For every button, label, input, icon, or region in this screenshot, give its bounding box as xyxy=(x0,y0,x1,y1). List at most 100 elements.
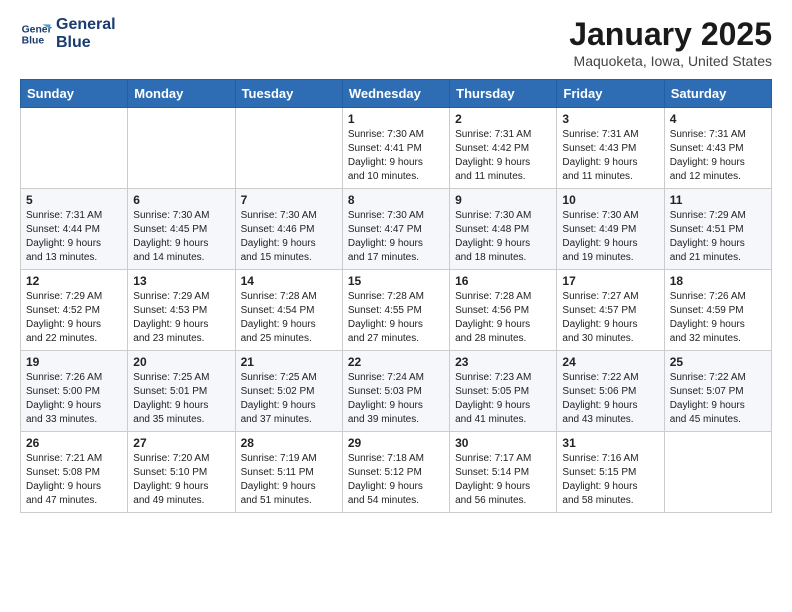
day-info: Sunrise: 7:24 AM Sunset: 5:03 PM Dayligh… xyxy=(348,371,444,427)
calendar-cell: 1Sunrise: 7:30 AM Sunset: 4:41 PM Daylig… xyxy=(342,108,449,189)
calendar-cell: 2 Sunrise: 7:31 AM Sunset: 4:42 PM Daylig… xyxy=(450,108,557,189)
calendar-cell: 3Sunrise: 7:31 AM Sunset: 4:43 PM Daylig… xyxy=(557,108,664,189)
day-number: 14 xyxy=(241,274,337,288)
day-info: Sunrise: 7:28 AM Sunset: 4:54 PM Dayligh… xyxy=(241,290,337,346)
day-number: 2 xyxy=(455,112,551,126)
subtitle: Maquoketa, Iowa, United States xyxy=(569,53,772,69)
calendar-cell: 11 Sunrise: 7:29 AM Sunset: 4:51 PM Dayli… xyxy=(664,189,771,270)
day-info: Sunrise: 7:30 AM Sunset: 4:45 PM Dayligh… xyxy=(133,209,229,265)
calendar-cell: 31 Sunrise: 7:16 AM Sunset: 5:15 PM Dayli… xyxy=(557,432,664,513)
main-title: January 2025 xyxy=(569,16,772,53)
day-info: Sunrise: 7:30 AM Sunset: 4:48 PM Dayligh… xyxy=(455,209,551,265)
calendar-cell: 5 Sunrise: 7:31 AM Sunset: 4:44 PM Daylig… xyxy=(21,189,128,270)
calendar-cell: 30 Sunrise: 7:17 AM Sunset: 5:14 PM Dayli… xyxy=(450,432,557,513)
calendar-cell xyxy=(21,108,128,189)
day-number: 12 xyxy=(26,274,122,288)
day-number: 16 xyxy=(455,274,551,288)
day-info: Sunrise: 7:29 AM Sunset: 4:52 PM Dayligh… xyxy=(26,290,122,346)
day-info: Sunrise: 7:30 AM Sunset: 4:46 PM Dayligh… xyxy=(241,209,337,265)
title-block: January 2025 Maquoketa, Iowa, United Sta… xyxy=(569,16,772,69)
logo-line1: General xyxy=(56,16,116,33)
day-info: Sunrise: 7:16 AM Sunset: 5:15 PM Dayligh… xyxy=(562,452,658,508)
week-row-4: 19 Sunrise: 7:26 AM Sunset: 5:00 PM Dayli… xyxy=(21,351,772,432)
calendar-header-friday: Friday xyxy=(557,80,664,108)
calendar-cell xyxy=(128,108,235,189)
day-info: Sunrise: 7:19 AM Sunset: 5:11 PM Dayligh… xyxy=(241,452,337,508)
calendar-cell: 10 Sunrise: 7:30 AM Sunset: 4:49 PM Dayli… xyxy=(557,189,664,270)
day-number: 4 xyxy=(670,112,766,126)
day-number: 6 xyxy=(133,193,229,207)
svg-text:Blue: Blue xyxy=(22,35,45,46)
day-info: Sunrise: 7:29 AM Sunset: 4:53 PM Dayligh… xyxy=(133,290,229,346)
day-info: Sunrise: 7:30 AM Sunset: 4:41 PM Dayligh… xyxy=(348,128,444,184)
week-row-1: 1Sunrise: 7:30 AM Sunset: 4:41 PM Daylig… xyxy=(21,108,772,189)
calendar-cell: 16Sunrise: 7:28 AM Sunset: 4:56 PM Dayli… xyxy=(450,270,557,351)
day-number: 23 xyxy=(455,355,551,369)
calendar-cell: 23 Sunrise: 7:23 AM Sunset: 5:05 PM Dayli… xyxy=(450,351,557,432)
header: General Blue General Blue January 2025 M… xyxy=(20,16,772,69)
day-info: Sunrise: 7:26 AM Sunset: 5:00 PM Dayligh… xyxy=(26,371,122,427)
day-number: 11 xyxy=(670,193,766,207)
day-info: Sunrise: 7:27 AM Sunset: 4:57 PM Dayligh… xyxy=(562,290,658,346)
day-info: Sunrise: 7:26 AM Sunset: 4:59 PM Dayligh… xyxy=(670,290,766,346)
day-info: Sunrise: 7:28 AM Sunset: 4:55 PM Dayligh… xyxy=(348,290,444,346)
calendar-header-tuesday: Tuesday xyxy=(235,80,342,108)
calendar-cell: 15 Sunrise: 7:28 AM Sunset: 4:55 PM Dayli… xyxy=(342,270,449,351)
calendar-cell: 13 Sunrise: 7:29 AM Sunset: 4:53 PM Dayli… xyxy=(128,270,235,351)
page: General Blue General Blue January 2025 M… xyxy=(0,0,792,529)
calendar-cell: 9Sunrise: 7:30 AM Sunset: 4:48 PM Daylig… xyxy=(450,189,557,270)
calendar-header-row: SundayMondayTuesdayWednesdayThursdayFrid… xyxy=(21,80,772,108)
calendar-cell: 20 Sunrise: 7:25 AM Sunset: 5:01 PM Dayli… xyxy=(128,351,235,432)
calendar-cell: 25 Sunrise: 7:22 AM Sunset: 5:07 PM Dayli… xyxy=(664,351,771,432)
day-number: 15 xyxy=(348,274,444,288)
day-info: Sunrise: 7:30 AM Sunset: 4:49 PM Dayligh… xyxy=(562,209,658,265)
day-number: 7 xyxy=(241,193,337,207)
day-info: Sunrise: 7:18 AM Sunset: 5:12 PM Dayligh… xyxy=(348,452,444,508)
calendar-cell: 27 Sunrise: 7:20 AM Sunset: 5:10 PM Dayli… xyxy=(128,432,235,513)
day-info: Sunrise: 7:31 AM Sunset: 4:44 PM Dayligh… xyxy=(26,209,122,265)
day-number: 25 xyxy=(670,355,766,369)
calendar-cell: 19 Sunrise: 7:26 AM Sunset: 5:00 PM Dayli… xyxy=(21,351,128,432)
calendar-cell: 24Sunrise: 7:22 AM Sunset: 5:06 PM Dayli… xyxy=(557,351,664,432)
calendar-header-saturday: Saturday xyxy=(664,80,771,108)
calendar-cell: 28 Sunrise: 7:19 AM Sunset: 5:11 PM Dayli… xyxy=(235,432,342,513)
logo: General Blue General Blue xyxy=(20,16,116,51)
calendar-cell: 8Sunrise: 7:30 AM Sunset: 4:47 PM Daylig… xyxy=(342,189,449,270)
calendar-header-sunday: Sunday xyxy=(21,80,128,108)
calendar-cell: 29 Sunrise: 7:18 AM Sunset: 5:12 PM Dayli… xyxy=(342,432,449,513)
day-info: Sunrise: 7:23 AM Sunset: 5:05 PM Dayligh… xyxy=(455,371,551,427)
day-number: 20 xyxy=(133,355,229,369)
calendar-header-thursday: Thursday xyxy=(450,80,557,108)
calendar-cell: 26Sunrise: 7:21 AM Sunset: 5:08 PM Dayli… xyxy=(21,432,128,513)
day-number: 19 xyxy=(26,355,122,369)
day-number: 31 xyxy=(562,436,658,450)
day-number: 29 xyxy=(348,436,444,450)
day-info: Sunrise: 7:17 AM Sunset: 5:14 PM Dayligh… xyxy=(455,452,551,508)
day-info: Sunrise: 7:20 AM Sunset: 5:10 PM Dayligh… xyxy=(133,452,229,508)
day-info: Sunrise: 7:25 AM Sunset: 5:01 PM Dayligh… xyxy=(133,371,229,427)
day-number: 5 xyxy=(26,193,122,207)
day-number: 21 xyxy=(241,355,337,369)
calendar-cell: 7 Sunrise: 7:30 AM Sunset: 4:46 PM Daylig… xyxy=(235,189,342,270)
calendar-header-monday: Monday xyxy=(128,80,235,108)
day-number: 22 xyxy=(348,355,444,369)
calendar-cell: 6 Sunrise: 7:30 AM Sunset: 4:45 PM Daylig… xyxy=(128,189,235,270)
day-info: Sunrise: 7:31 AM Sunset: 4:42 PM Dayligh… xyxy=(455,128,551,184)
day-number: 27 xyxy=(133,436,229,450)
day-info: Sunrise: 7:30 AM Sunset: 4:47 PM Dayligh… xyxy=(348,209,444,265)
logo-text: General Blue xyxy=(56,16,116,51)
day-info: Sunrise: 7:25 AM Sunset: 5:02 PM Dayligh… xyxy=(241,371,337,427)
calendar-cell: 12 Sunrise: 7:29 AM Sunset: 4:52 PM Dayli… xyxy=(21,270,128,351)
week-row-5: 26Sunrise: 7:21 AM Sunset: 5:08 PM Dayli… xyxy=(21,432,772,513)
day-number: 30 xyxy=(455,436,551,450)
day-number: 28 xyxy=(241,436,337,450)
day-info: Sunrise: 7:22 AM Sunset: 5:07 PM Dayligh… xyxy=(670,371,766,427)
calendar-cell: 17 Sunrise: 7:27 AM Sunset: 4:57 PM Dayli… xyxy=(557,270,664,351)
day-info: Sunrise: 7:29 AM Sunset: 4:51 PM Dayligh… xyxy=(670,209,766,265)
day-number: 26 xyxy=(26,436,122,450)
day-info: Sunrise: 7:31 AM Sunset: 4:43 PM Dayligh… xyxy=(670,128,766,184)
day-number: 10 xyxy=(562,193,658,207)
day-number: 17 xyxy=(562,274,658,288)
week-row-2: 5 Sunrise: 7:31 AM Sunset: 4:44 PM Daylig… xyxy=(21,189,772,270)
day-number: 13 xyxy=(133,274,229,288)
